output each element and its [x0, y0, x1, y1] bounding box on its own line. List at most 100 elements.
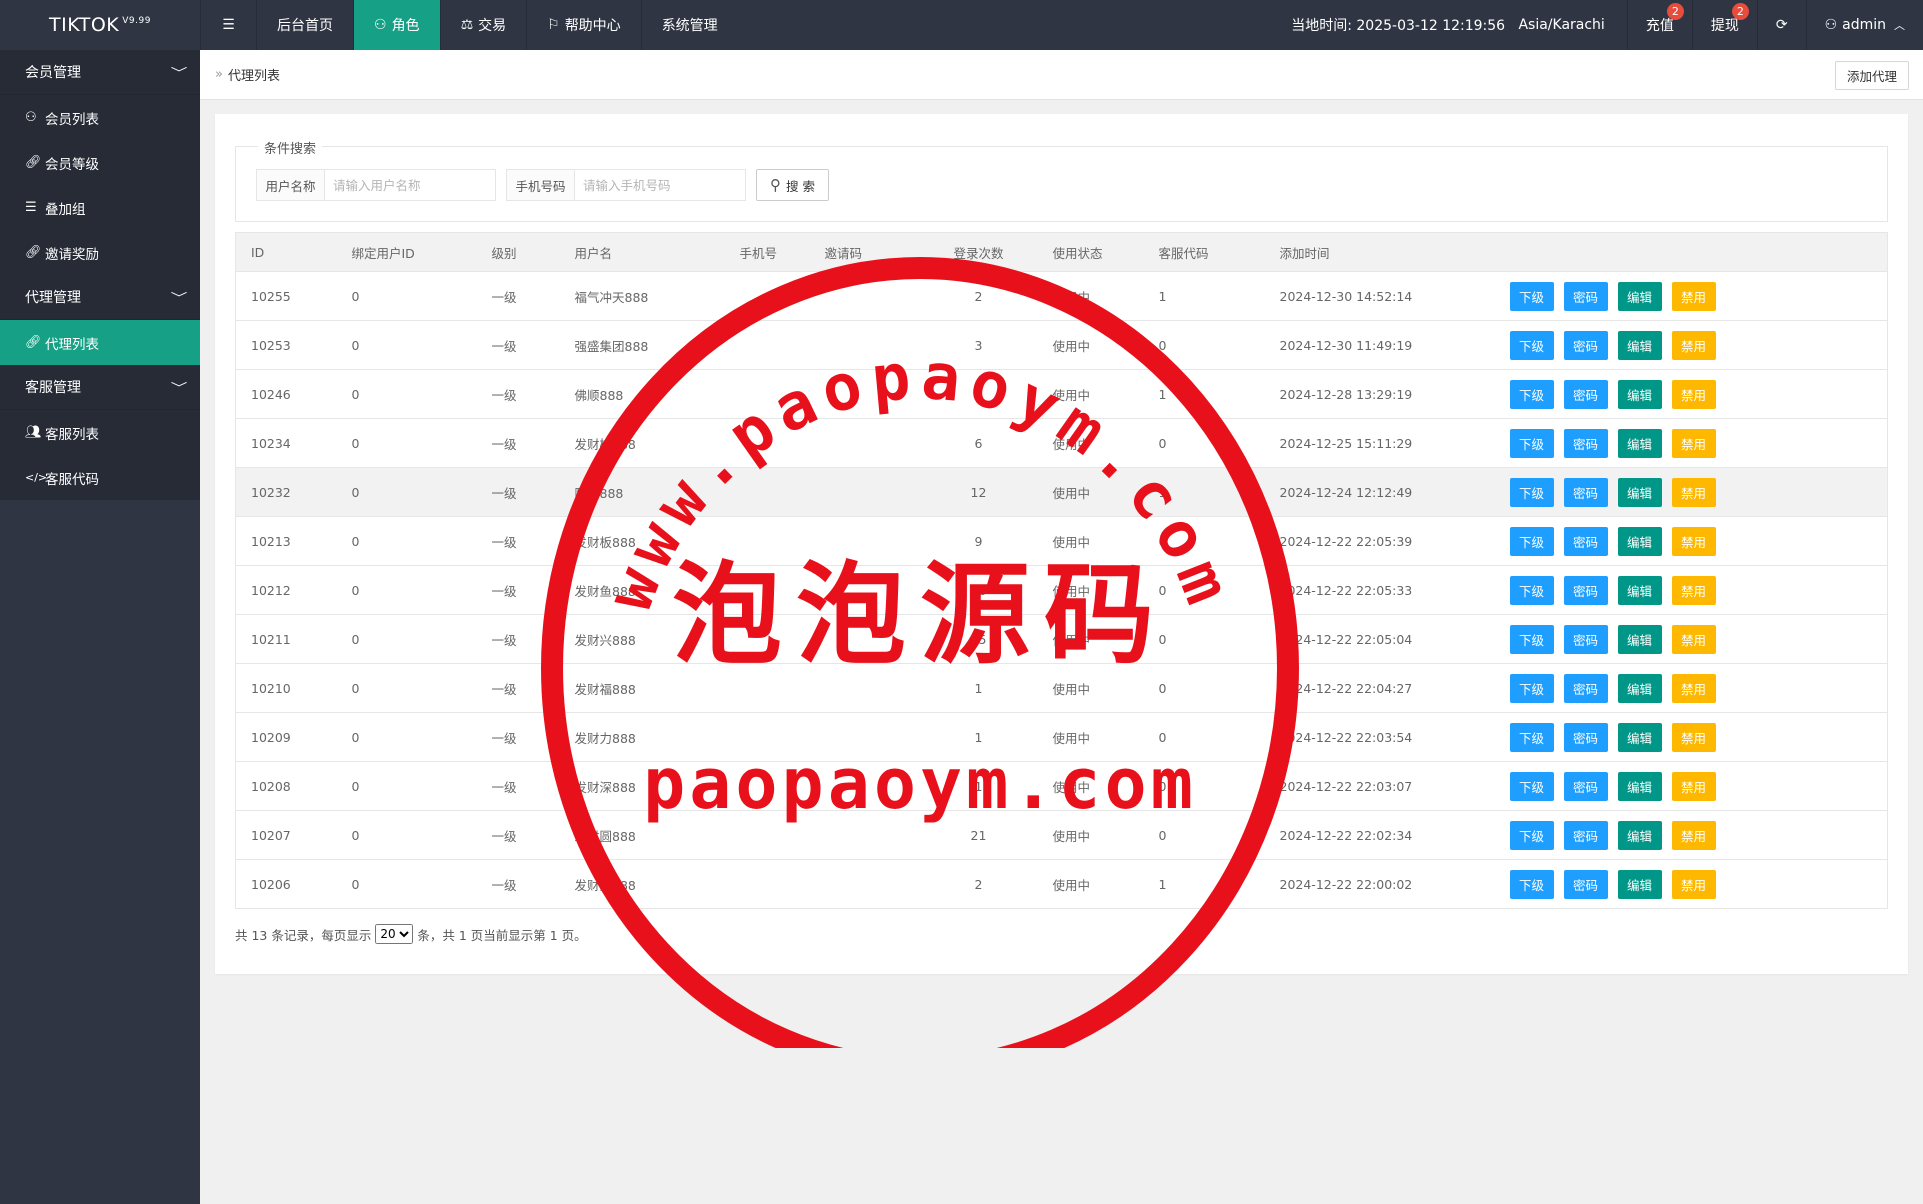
sidebar-item-service-code[interactable]: </> 客服代码	[0, 455, 200, 500]
disable-button[interactable]: 禁用	[1671, 477, 1716, 507]
password-button[interactable]: 密码	[1563, 428, 1608, 458]
cell-id: 10213	[235, 516, 337, 566]
disable-button[interactable]: 禁用	[1671, 330, 1716, 360]
edit-button[interactable]: 编辑	[1617, 330, 1662, 360]
nav-item-role[interactable]: ⚇ 角色	[353, 0, 440, 50]
sub-level-button[interactable]: 下级	[1509, 673, 1554, 703]
edit-button[interactable]: 编辑	[1617, 771, 1662, 801]
disable-button[interactable]: 禁用	[1671, 526, 1716, 556]
disable-button[interactable]: 禁用	[1671, 379, 1716, 409]
edit-button[interactable]: 编辑	[1617, 673, 1662, 703]
sub-level-button[interactable]: 下级	[1509, 869, 1554, 899]
cell-added-time: 2024-12-30 11:49:19	[1264, 320, 1495, 370]
cell-actions: 下级 密码 编辑 禁用	[1494, 761, 1888, 811]
cell-bind-user: 0	[336, 663, 477, 713]
sub-level-button[interactable]: 下级	[1509, 771, 1554, 801]
user-menu[interactable]: ⚇ admin ︿	[1805, 0, 1923, 50]
withdraw-button[interactable]: 提现 2	[1691, 0, 1757, 50]
sidebar-item-member-list[interactable]: ⚇ 会员列表	[0, 95, 200, 140]
nav-item-help[interactable]: ⚐ 帮助中心	[526, 0, 641, 50]
password-button[interactable]: 密码	[1563, 526, 1608, 556]
sidebar-group-service[interactable]: 客服管理 ﹀	[0, 365, 200, 410]
recharge-button[interactable]: 充值 2	[1626, 0, 1692, 50]
cell-username: 佛顺888	[559, 369, 725, 419]
cell-invite-code	[809, 516, 920, 566]
sub-level-button[interactable]: 下级	[1509, 428, 1554, 458]
edit-button[interactable]: 编辑	[1617, 526, 1662, 556]
username-input[interactable]	[325, 170, 495, 200]
edit-button[interactable]: 编辑	[1617, 820, 1662, 850]
disable-button[interactable]: 禁用	[1671, 820, 1716, 850]
password-button[interactable]: 密码	[1563, 477, 1608, 507]
sub-level-button[interactable]: 下级	[1509, 379, 1554, 409]
edit-button[interactable]: 编辑	[1617, 477, 1662, 507]
edit-button[interactable]: 编辑	[1617, 379, 1662, 409]
password-button[interactable]: 密码	[1563, 379, 1608, 409]
edit-button[interactable]: 编辑	[1617, 722, 1662, 752]
cell-invite-code	[809, 369, 920, 419]
sidebar-item-agent-list[interactable]: 🔗︎ 代理列表	[0, 320, 200, 365]
disable-button[interactable]: 禁用	[1671, 771, 1716, 801]
table-row: 10209 0 一级 发财力888 1 使用中 0 2024-12-22 22:03:54 下级…	[235, 712, 1888, 762]
table-row: 10206 0 一级 发财酒888 2 使用中 1 2024-12-22 22:00:02 下级…	[235, 859, 1888, 909]
disable-button[interactable]: 禁用	[1671, 575, 1716, 605]
sidebar-item-stack-group[interactable]: ☰ 叠加组	[0, 185, 200, 230]
sidebar-item-label: 叠加组	[45, 201, 86, 218]
search-button-label: 搜 索	[786, 178, 815, 194]
sub-level-button[interactable]: 下级	[1509, 624, 1554, 654]
sidebar-item-member-level[interactable]: 🔗︎ 会员等级	[0, 140, 200, 185]
nav-item-home[interactable]: 后台首页	[256, 0, 353, 50]
cell-id: 10253	[235, 320, 337, 370]
sidebar-item-service-list[interactable]: 👥︎ 客服列表	[0, 410, 200, 455]
disable-button[interactable]: 禁用	[1671, 428, 1716, 458]
cell-phone	[724, 712, 810, 762]
edit-button[interactable]: 编辑	[1617, 281, 1662, 311]
sub-level-button[interactable]: 下级	[1509, 722, 1554, 752]
app-logo[interactable]: TIKTOK V9.99	[0, 0, 200, 50]
disable-button[interactable]: 禁用	[1671, 869, 1716, 899]
menu-toggle-button[interactable]: ☰	[200, 0, 256, 50]
sub-level-button[interactable]: 下级	[1509, 575, 1554, 605]
password-button[interactable]: 密码	[1563, 624, 1608, 654]
cell-status: 使用中	[1037, 712, 1144, 762]
search-button[interactable]: ⚲ 搜 索	[756, 169, 829, 201]
disable-button[interactable]: 禁用	[1671, 722, 1716, 752]
password-button[interactable]: 密码	[1563, 673, 1608, 703]
chevron-down-icon: ﹀	[170, 290, 188, 305]
sidebar-group-members[interactable]: 会员管理 ﹀	[0, 50, 200, 95]
password-button[interactable]: 密码	[1563, 575, 1608, 605]
menu-icon: ☰	[222, 17, 235, 33]
password-button[interactable]: 密码	[1563, 281, 1608, 311]
cell-service-code: 1	[1143, 271, 1265, 321]
page-size-select[interactable]: 20	[375, 924, 414, 944]
password-button[interactable]: 密码	[1563, 722, 1608, 752]
disable-button[interactable]: 禁用	[1671, 281, 1716, 311]
password-button[interactable]: 密码	[1563, 771, 1608, 801]
sub-level-button[interactable]: 下级	[1509, 477, 1554, 507]
password-button[interactable]: 密码	[1563, 869, 1608, 899]
sidebar-group-agents[interactable]: 代理管理 ﹀	[0, 275, 200, 320]
refresh-button[interactable]: ⟳	[1756, 0, 1806, 50]
sub-level-button[interactable]: 下级	[1509, 330, 1554, 360]
disable-button[interactable]: 禁用	[1671, 673, 1716, 703]
sub-level-button[interactable]: 下级	[1509, 281, 1554, 311]
nav-item-system[interactable]: 系统管理	[640, 0, 738, 50]
link-icon: 🔗︎	[25, 155, 42, 170]
edit-button[interactable]: 编辑	[1617, 428, 1662, 458]
nav-item-trade[interactable]: ⚖ 交易	[439, 0, 527, 50]
disable-button[interactable]: 禁用	[1671, 624, 1716, 654]
user-icon: ⚇	[1824, 17, 1838, 33]
cell-added-time: 2024-12-22 22:03:54	[1264, 712, 1495, 762]
edit-button[interactable]: 编辑	[1617, 575, 1662, 605]
password-button[interactable]: 密码	[1563, 330, 1608, 360]
add-agent-button[interactable]: 添加代理	[1834, 61, 1909, 90]
phone-input[interactable]	[575, 170, 745, 200]
sub-level-button[interactable]: 下级	[1509, 526, 1554, 556]
row-actions: 下级 密码 编辑 禁用	[1509, 771, 1888, 801]
edit-button[interactable]: 编辑	[1617, 869, 1662, 899]
edit-button[interactable]: 编辑	[1617, 624, 1662, 654]
sidebar-item-invite-reward[interactable]: 🔗︎ 邀请奖励	[0, 230, 200, 275]
sub-level-button[interactable]: 下级	[1509, 820, 1554, 850]
password-button[interactable]: 密码	[1563, 820, 1608, 850]
cell-login-count: 12	[919, 467, 1038, 517]
